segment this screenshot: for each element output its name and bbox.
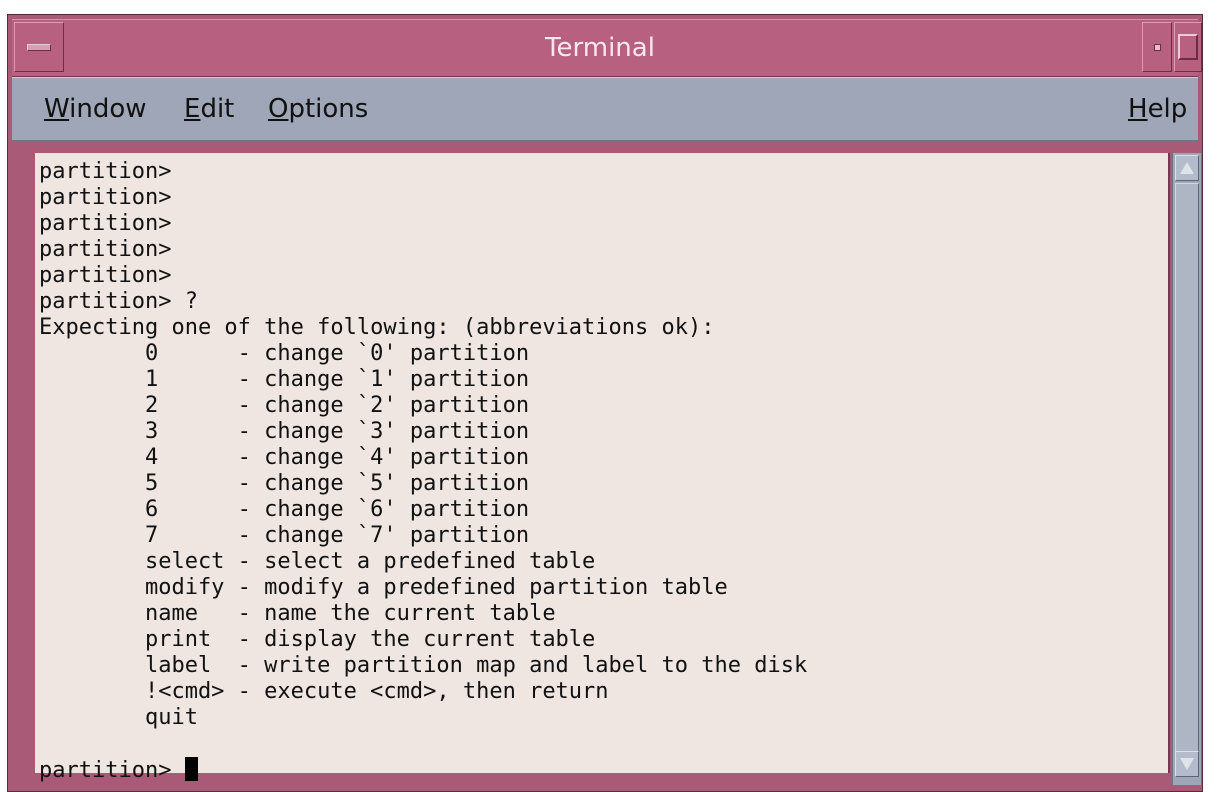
terminal-line: 7 - change `7' partition <box>144 523 530 548</box>
terminal-line: partition> <box>39 185 172 210</box>
terminal-window: Terminal Window Edit Options Help partit… <box>7 14 1203 792</box>
menu-edit-label: dit <box>200 94 235 124</box>
window-title: Terminal <box>545 33 655 63</box>
menu-window[interactable]: Window <box>44 94 147 124</box>
vertical-scrollbar[interactable] <box>1172 153 1201 785</box>
terminal-line: 1 - change `1' partition <box>144 367 530 392</box>
terminal-line: partition> <box>39 159 172 184</box>
arrow-down-icon[interactable] <box>1175 751 1199 777</box>
terminal-line: partition> <box>39 237 172 262</box>
terminal-line: partition> <box>39 211 172 236</box>
arrow-up-icon[interactable] <box>1175 155 1199 181</box>
menu-options[interactable]: Options <box>268 94 368 124</box>
menu-options-mnemonic: O <box>268 94 289 124</box>
window-menu-button[interactable] <box>14 22 64 72</box>
terminal-line: 6 - change `6' partition <box>144 497 530 522</box>
terminal-line: partition> <box>39 263 172 288</box>
terminal-prompt: partition> <box>39 758 185 783</box>
menu-window-label: indow <box>69 94 147 124</box>
minimize-button[interactable] <box>1142 22 1172 72</box>
terminal-line: 5 - change `5' partition <box>144 471 530 496</box>
terminal-line: label - write partition map and label to… <box>144 653 808 678</box>
terminal-text: partition> partition> partition> partiti… <box>39 159 807 784</box>
menu-help-label: elp <box>1147 94 1188 124</box>
terminal-line: select - select a predefined table <box>144 549 596 574</box>
terminal-line: partition> ? <box>39 289 198 314</box>
menu-help-mnemonic: H <box>1128 94 1148 124</box>
terminal-line: print - display the current table <box>144 627 596 652</box>
window-menu-icon <box>27 43 51 51</box>
terminal-line: 0 - change `0' partition <box>144 341 530 366</box>
text-cursor <box>184 757 198 781</box>
minimize-icon <box>1153 43 1161 51</box>
terminal-line: 3 - change `3' partition <box>144 419 530 444</box>
maximize-icon <box>1178 34 1198 60</box>
terminal-line: 4 - change `4' partition <box>144 445 530 470</box>
menu-bar: Window Edit Options Help <box>12 77 1198 141</box>
scrollbar-thumb[interactable] <box>1175 183 1199 763</box>
terminal-line: quit <box>144 705 198 730</box>
terminal-line: !<cmd> - execute <cmd>, then return <box>144 679 609 704</box>
terminal-lines: partition> partition> partition> partiti… <box>39 159 807 730</box>
title-bar[interactable]: Terminal <box>12 19 1202 77</box>
menu-edit[interactable]: Edit <box>184 94 234 124</box>
maximize-button[interactable] <box>1174 22 1202 72</box>
menu-edit-mnemonic: E <box>184 94 201 124</box>
terminal-line: Expecting one of the following: (abbrevi… <box>39 315 715 340</box>
terminal-output[interactable]: partition> partition> partition> partiti… <box>35 153 1170 783</box>
terminal-line: modify - modify a predefined partition t… <box>144 575 728 600</box>
terminal-line: name - name the current table <box>144 601 556 626</box>
terminal-line: 2 - change `2' partition <box>144 393 530 418</box>
menu-help[interactable]: Help <box>1128 94 1187 124</box>
menu-options-label: ptions <box>288 94 369 124</box>
menu-window-mnemonic: W <box>44 94 70 124</box>
terminal-frame: partition> partition> partition> partiti… <box>30 148 1201 785</box>
